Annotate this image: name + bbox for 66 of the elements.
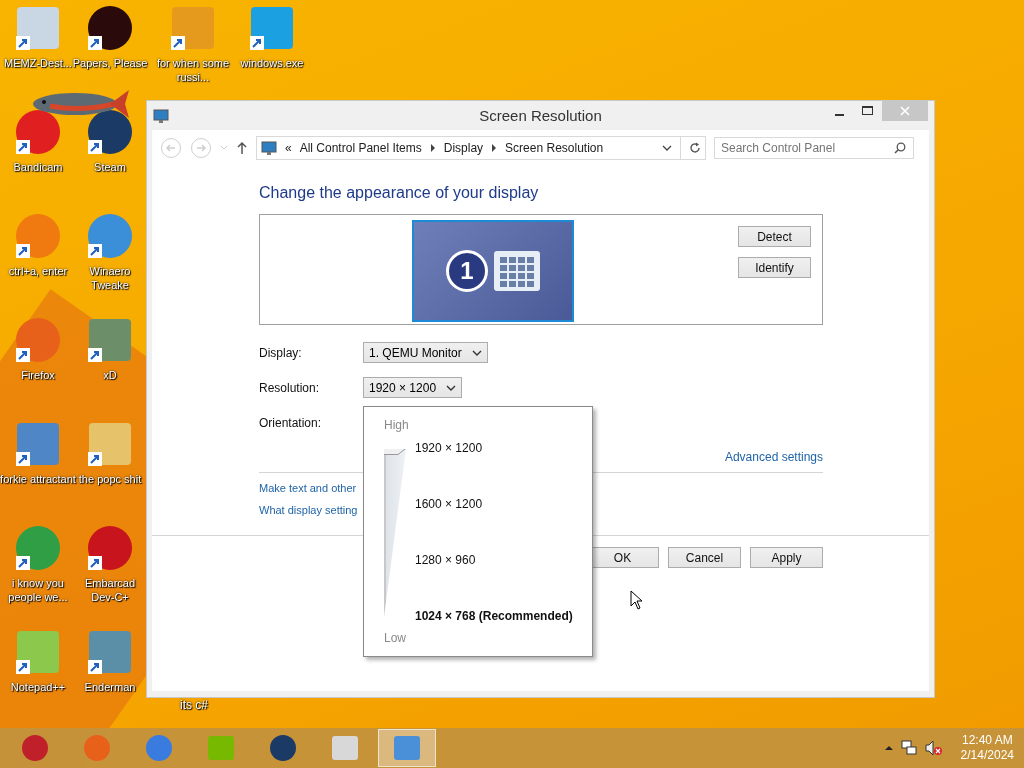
resolution-option[interactable]: 1920 × 1200 — [415, 441, 483, 455]
address-bar[interactable]: « All Control Panel Items Display Screen Resolution — [256, 136, 706, 160]
dropdown-caret-icon[interactable] — [662, 144, 672, 152]
desktop-icon-label: its c# — [180, 698, 208, 712]
desktop-icon-label: the popc shit — [78, 472, 142, 486]
field-label: Display: — [259, 345, 303, 360]
dropdown-field[interactable]: 1920 × 1200 — [363, 377, 463, 398]
desktop-icon-label: Bandicam — [13, 160, 63, 174]
desktop-icon-label: Steam — [94, 160, 126, 174]
breadcrumb-item[interactable]: All Control Panel Items — [299, 141, 422, 155]
page-heading: Change the appearance of your display — [259, 184, 540, 202]
caret-icon[interactable] — [884, 745, 893, 751]
desktop-icon-label: i know you people we... — [7, 576, 69, 604]
monitor-icon — [261, 140, 277, 156]
help-link[interactable]: Make text and other — [259, 482, 357, 494]
dialog-button[interactable]: Apply — [750, 547, 823, 568]
close-icon — [900, 106, 910, 116]
desktop-icon-label: windows.exe — [240, 56, 304, 70]
dropdown-field[interactable]: 1. QEMU Monitor — [363, 342, 488, 363]
desktop-icon-label: MEMZ-Dest... — [4, 56, 72, 70]
resolution-option[interactable]: 1024 × 768 (Recommended) — [415, 609, 573, 623]
caret-icon — [446, 383, 457, 392]
app-shortcut-icon[interactable] — [86, 4, 134, 52]
advanced-settings-link[interactable]: Advanced settings — [724, 450, 823, 464]
breadcrumb-item[interactable]: Display — [443, 141, 484, 155]
resolution-option[interactable]: 1600 × 1200 — [415, 497, 483, 511]
help-link[interactable]: What display setting — [259, 504, 358, 516]
breadcrumb-overflow[interactable]: « — [285, 141, 292, 155]
desktop-icon-label: ctrl+a, enter — [8, 264, 68, 278]
monitor-drawing[interactable]: 1 — [412, 220, 574, 322]
minimize-icon — [834, 113, 844, 116]
taskbar-app-button[interactable] — [378, 729, 436, 767]
desktop-icon-label: Papers, Please — [72, 56, 148, 70]
slider-end-label: Low — [384, 631, 406, 645]
chevron-icon[interactable] — [429, 144, 436, 152]
grid-icon — [494, 251, 540, 291]
monitor-number: 1 — [446, 250, 488, 292]
chevron-icon[interactable] — [491, 144, 498, 152]
monitor-icon — [153, 107, 169, 124]
up-arrow-icon[interactable] — [236, 141, 248, 155]
display-button[interactable]: Detect — [738, 226, 811, 247]
desktop-icon-label: Embarcad Dev-C+ — [83, 576, 137, 604]
maximize-icon — [861, 106, 873, 116]
resolution-option[interactable]: 1280 × 960 — [415, 553, 476, 567]
caret-icon — [471, 348, 482, 357]
desktop-icon-label: forkie attractant — [0, 472, 76, 486]
field-label: Resolution: — [259, 380, 321, 395]
search-icon[interactable] — [894, 142, 906, 154]
network-icon[interactable] — [900, 740, 917, 756]
desktop-icon-label: Notepad++ — [10, 680, 66, 694]
desktop-icon-label: Firefox — [21, 368, 55, 382]
app-shortcut-icon[interactable] — [86, 108, 134, 156]
breadcrumb-item[interactable]: Screen Resolution — [505, 141, 604, 155]
window-title: Screen Resolution — [479, 107, 602, 124]
field-label: Orientation: — [259, 415, 323, 430]
dialog-button[interactable]: Cancel — [668, 547, 741, 568]
slider-end-label: High — [384, 418, 409, 432]
desktop-icon-label: xD — [103, 368, 117, 382]
desktop-icon-label: for when some russi... — [155, 56, 231, 84]
display-button[interactable]: Identify — [738, 257, 811, 278]
refresh-icon[interactable] — [689, 142, 701, 154]
speaker-muted-icon[interactable] — [924, 740, 943, 756]
mouse-pointer-icon — [630, 590, 644, 610]
search-field[interactable]: Search Control Panel — [714, 137, 914, 159]
desktop-icon-label: Enderman — [84, 680, 136, 694]
desktop-icon-label: Winaero Tweake — [88, 264, 132, 292]
